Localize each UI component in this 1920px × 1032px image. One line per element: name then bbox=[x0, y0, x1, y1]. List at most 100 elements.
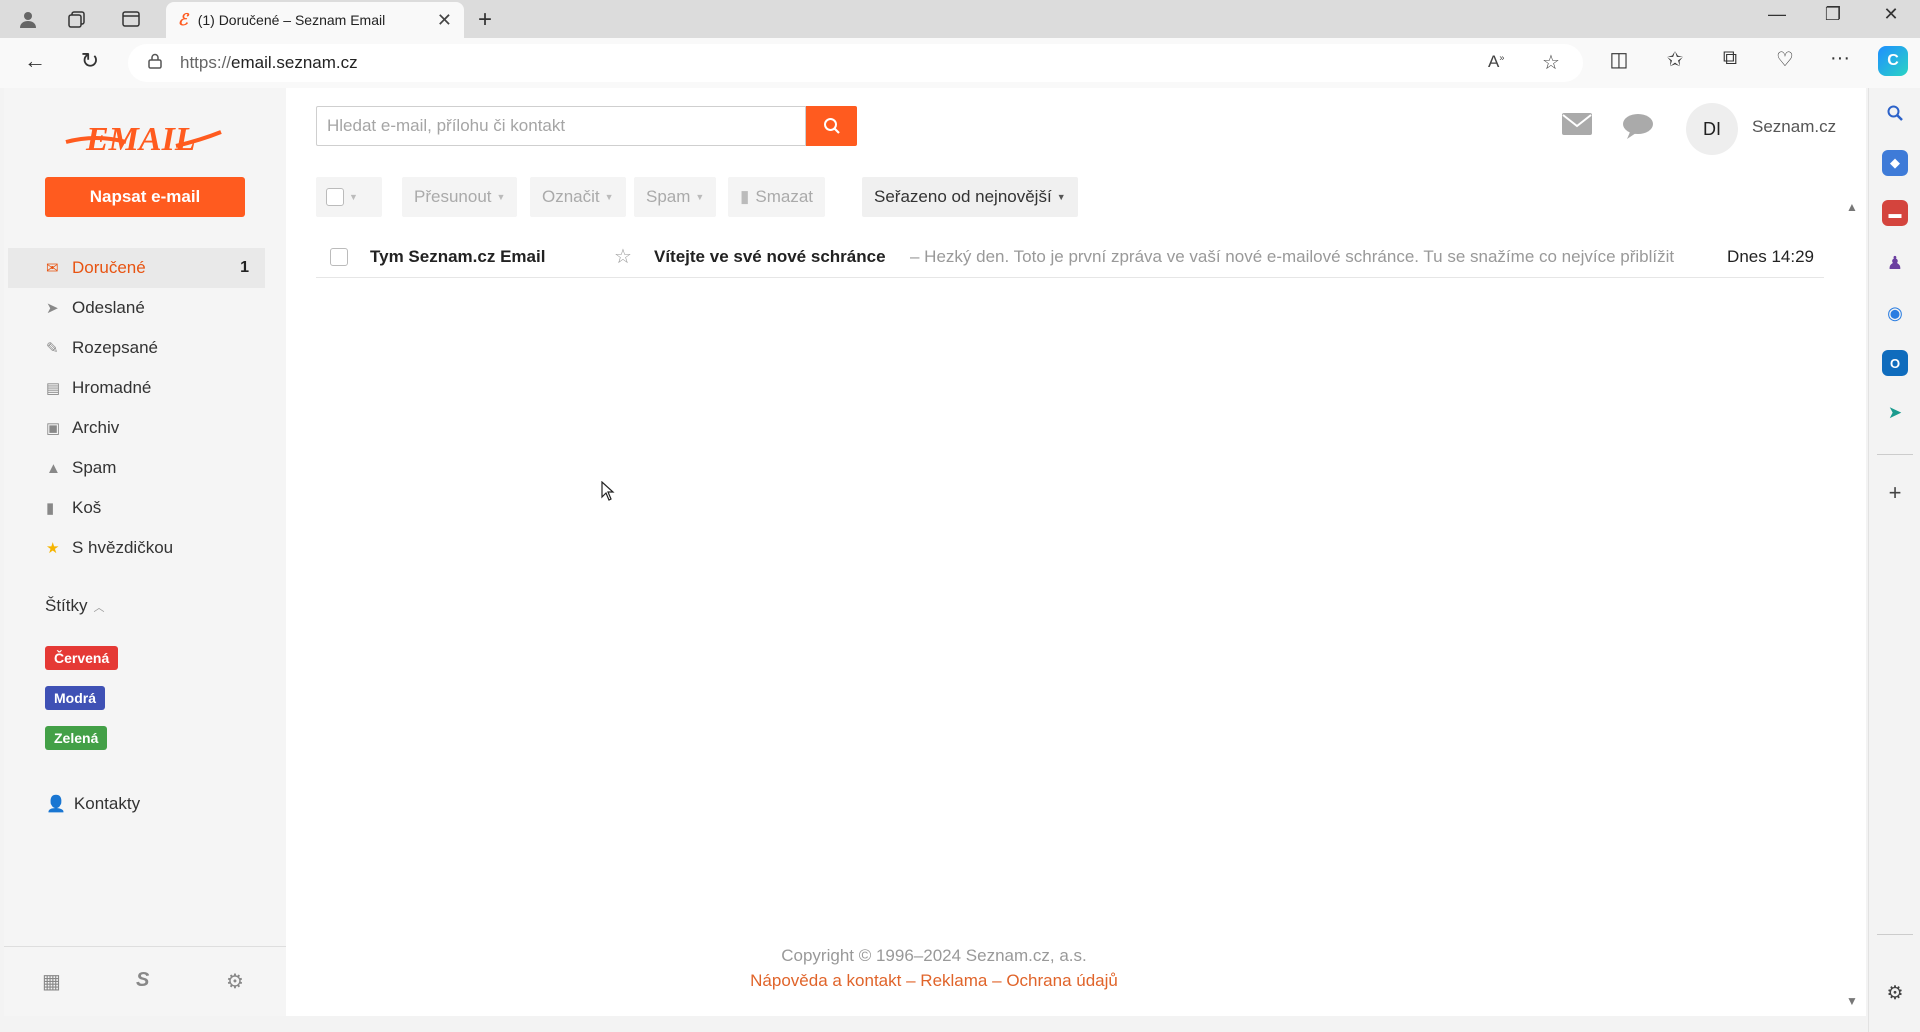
email-page: EMAIL Napsat e-mail ✉ Doručené 1 ➤ Odesl… bbox=[4, 88, 1866, 1016]
browser-tab-strip: ℰ (1) Doručené – Seznam Email ✕ + — ❐ ✕ bbox=[0, 0, 1920, 38]
left-footer: ▦ S ⚙ bbox=[4, 946, 286, 1016]
folder-spam[interactable]: ▲ Spam bbox=[8, 448, 265, 488]
folder-label: S hvězdičkou bbox=[72, 538, 174, 557]
seznam-email-logo[interactable]: EMAIL bbox=[56, 112, 226, 164]
avatar[interactable]: DI bbox=[1686, 103, 1738, 155]
copilot-icon[interactable]: C bbox=[1878, 46, 1908, 76]
footer-separator: – bbox=[992, 971, 1002, 990]
cart-icon: ▤ bbox=[46, 380, 61, 397]
address-bar-row: ← ↻ https://email.seznam.cz A» ☆ ◫ ✩ ⧉ ♡… bbox=[0, 38, 1920, 88]
archive-icon: ▣ bbox=[46, 420, 61, 437]
move-button[interactable]: Přesunout ▼ bbox=[402, 177, 518, 217]
search-button[interactable] bbox=[806, 106, 857, 146]
edge-sidebar: ◆ ▬ ♟ ◉ O ➤ + ⚙ bbox=[1868, 88, 1920, 1032]
profile-icon[interactable] bbox=[15, 7, 41, 31]
contacts-link[interactable]: 👤 Kontakty bbox=[46, 794, 140, 814]
folder-label: Archiv bbox=[72, 418, 120, 437]
favorites-icon[interactable]: ✩ bbox=[1660, 47, 1690, 72]
label-red[interactable]: Červená bbox=[45, 646, 119, 670]
url-text[interactable]: https://email.seznam.cz bbox=[180, 53, 358, 73]
favorite-star-icon[interactable]: ☆ bbox=[1542, 50, 1560, 75]
folder-drafts[interactable]: ✎ Rozepsané bbox=[8, 328, 265, 368]
message-subject: Vítejte ve své nové schránce bbox=[654, 246, 886, 266]
address-bar[interactable]: https://email.seznam.cz A» ☆ bbox=[128, 44, 1583, 82]
chat-icon[interactable] bbox=[1622, 113, 1654, 145]
compose-button[interactable]: Napsat e-mail bbox=[45, 177, 245, 217]
folder-sent[interactable]: ➤ Odeslané bbox=[8, 288, 265, 328]
spam-button[interactable]: Spam ▼ bbox=[634, 177, 717, 217]
close-tab-icon[interactable]: ✕ bbox=[437, 10, 452, 31]
sidebar-shopping-icon[interactable]: ◆ bbox=[1882, 150, 1908, 176]
mark-button[interactable]: Označit ▼ bbox=[530, 177, 626, 217]
restore-icon[interactable]: ❐ bbox=[1818, 4, 1848, 25]
sidebar-search-icon[interactable] bbox=[1882, 100, 1908, 126]
trash-icon: ▮ bbox=[46, 500, 55, 517]
delete-label: Smazat bbox=[755, 187, 813, 206]
seznam-logo-icon[interactable]: S bbox=[136, 969, 149, 992]
sidebar-games-icon[interactable]: ♟ bbox=[1882, 250, 1908, 276]
scroll-up-arrow-icon[interactable]: ▲ bbox=[1846, 200, 1858, 214]
svg-text:EMAIL: EMAIL bbox=[85, 121, 196, 158]
sidebar-outlook-icon[interactable]: O bbox=[1882, 350, 1908, 376]
warning-icon: ▲ bbox=[46, 459, 61, 477]
browser-tab-active[interactable]: ℰ (1) Doručené – Seznam Email ✕ bbox=[166, 2, 464, 38]
more-options-icon[interactable]: ··· bbox=[1825, 47, 1855, 70]
new-tab-icon[interactable]: + bbox=[478, 6, 492, 34]
account-name[interactable]: Seznam.cz bbox=[1752, 117, 1836, 137]
folder-starred[interactable]: ★ S hvězdičkou bbox=[8, 528, 265, 568]
back-icon[interactable]: ← bbox=[20, 48, 50, 74]
sidebar-tools-icon[interactable]: ▬ bbox=[1882, 200, 1908, 226]
chevron-down-icon: ▼ bbox=[496, 192, 506, 202]
select-all-checkbox[interactable] bbox=[326, 188, 344, 206]
sidebar-drop-icon[interactable]: ➤ bbox=[1882, 400, 1908, 426]
vertical-tabs-icon[interactable] bbox=[118, 7, 144, 31]
folder-inbox[interactable]: ✉ Doručené 1 bbox=[8, 248, 265, 288]
search-input[interactable]: Hledat e-mail, přílohu či kontakt bbox=[316, 106, 806, 146]
labels-heading[interactable]: Štítky ︿ bbox=[45, 596, 105, 616]
star-outline-icon[interactable]: ☆ bbox=[614, 244, 632, 269]
sidebar-add-icon[interactable]: + bbox=[1882, 480, 1908, 506]
scroll-down-arrow-icon[interactable]: ▼ bbox=[1846, 994, 1858, 1008]
browser-essentials-icon[interactable]: ♡ bbox=[1770, 47, 1800, 72]
unread-count: 1 bbox=[240, 259, 249, 276]
sidebar-microsoft365-icon[interactable]: ◉ bbox=[1882, 300, 1908, 326]
help-link[interactable]: Nápověda a kontakt bbox=[750, 971, 901, 990]
label-blue[interactable]: Modrá bbox=[45, 686, 105, 710]
contacts-label: Kontakty bbox=[73, 794, 141, 813]
ads-link[interactable]: Reklama bbox=[920, 971, 987, 990]
footer-separator: – bbox=[906, 971, 916, 990]
refresh-icon[interactable]: ↻ bbox=[75, 48, 105, 74]
calendar-icon[interactable]: ▦ bbox=[42, 969, 61, 994]
seznam-email-favicon-icon: ℰ bbox=[178, 12, 188, 29]
trash-icon: ▮ bbox=[740, 187, 750, 206]
minimize-icon[interactable]: — bbox=[1762, 4, 1792, 25]
select-all-dropdown[interactable]: ▼ bbox=[316, 177, 382, 217]
tab-title: (1) Doručené – Seznam Email bbox=[197, 12, 386, 28]
label-green[interactable]: Zelená bbox=[45, 726, 108, 750]
sort-dropdown[interactable]: Seřazeno od nejnovější ▼ bbox=[862, 177, 1078, 217]
settings-icon[interactable]: ⚙ bbox=[226, 969, 244, 994]
inbox-icon: ✉ bbox=[46, 260, 59, 277]
collections-toolbar-icon[interactable]: ⧉ bbox=[1715, 47, 1745, 70]
privacy-link[interactable]: Ochrana údajů bbox=[1006, 971, 1118, 990]
mark-label: Označit bbox=[542, 187, 600, 206]
draft-icon: ✎ bbox=[46, 340, 59, 357]
collections-icon[interactable] bbox=[64, 7, 90, 31]
split-screen-icon[interactable]: ◫ bbox=[1604, 47, 1634, 72]
read-aloud-icon[interactable]: A» bbox=[1488, 52, 1504, 72]
sidebar-separator-bottom bbox=[1877, 934, 1913, 935]
folder-trash[interactable]: ▮ Koš bbox=[8, 488, 265, 528]
folder-archive[interactable]: ▣ Archiv bbox=[8, 408, 265, 448]
close-window-icon[interactable]: ✕ bbox=[1876, 4, 1906, 25]
message-checkbox[interactable] bbox=[330, 247, 348, 266]
delete-button[interactable]: ▮ Smazat bbox=[728, 177, 825, 217]
table-row[interactable]: Tym Seznam.cz Email ☆ Vítejte ve své nov… bbox=[316, 236, 1824, 278]
folder-bulk[interactable]: ▤ Hromadné bbox=[8, 368, 265, 408]
lock-icon[interactable] bbox=[148, 53, 162, 74]
mouse-cursor-icon bbox=[601, 480, 615, 507]
message-preview: – Hezký den. Toto je první zpráva ve vaš… bbox=[910, 246, 1675, 266]
copyright-text: Copyright © 1996–2024 Seznam.cz, a.s. bbox=[781, 946, 1087, 965]
sidebar-settings-icon[interactable]: ⚙ bbox=[1882, 980, 1908, 1006]
mail-icon[interactable] bbox=[1562, 113, 1592, 141]
folder-label: Rozepsané bbox=[72, 338, 159, 357]
